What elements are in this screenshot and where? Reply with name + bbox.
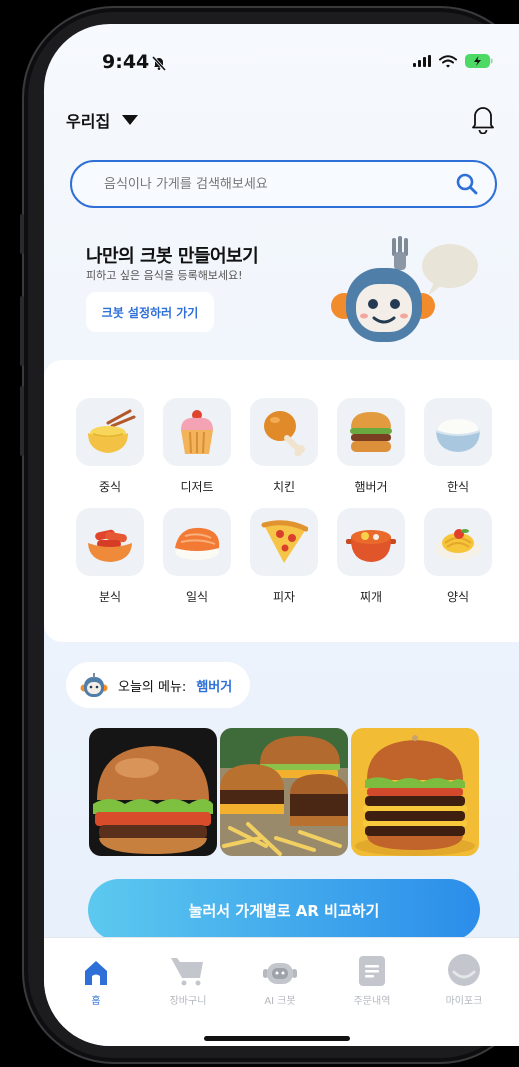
category-item[interactable]: 일식 <box>162 508 232 605</box>
category-item[interactable]: 중식 <box>75 398 145 495</box>
wifi-icon <box>439 54 457 68</box>
search-input[interactable] <box>104 176 424 192</box>
category-item[interactable]: 피자 <box>249 508 319 605</box>
todays-menu-value: 햄버거 <box>196 679 233 695</box>
category-label: 중식 <box>98 480 122 494</box>
bell-slash-icon <box>151 55 167 71</box>
tab-my-fork[interactable]: 마이포크 <box>424 954 504 1007</box>
profile-icon <box>448 954 480 986</box>
category-grid: 중식 디저트 치킨 햄버거 한식 분식 일식 피자 찌개 양식 <box>44 360 519 642</box>
home-indicator <box>204 1036 350 1041</box>
tab-orders[interactable]: 주문내역 <box>332 956 412 1007</box>
cupcake-icon <box>181 410 213 454</box>
ar-compare-button[interactable]: 눌러서 가게별로 AR 비교하기 <box>88 879 480 941</box>
category-label: 치킨 <box>272 480 296 494</box>
category-label: 일식 <box>185 590 209 604</box>
pasta-icon <box>435 529 481 560</box>
category-label: 분식 <box>98 590 122 604</box>
pizza-icon <box>261 520 308 563</box>
robot-icon <box>263 963 297 984</box>
chicken-leg-icon <box>264 411 305 456</box>
location-selector[interactable]: 우리집 <box>66 108 139 132</box>
category-label: 한식 <box>446 480 470 494</box>
category-item[interactable]: 한식 <box>423 398 493 495</box>
signal-icon <box>413 55 431 67</box>
caret-down-icon <box>122 115 139 125</box>
cart-icon <box>171 958 203 986</box>
category-label: 찌개 <box>359 590 383 604</box>
category-item[interactable]: 햄버거 <box>336 398 406 495</box>
stacked-burger-photo[interactable] <box>351 728 479 856</box>
app-screen: 9:44 우리집 음식이나 가게를 검색해보세요 나만의 크봇 만들어보기 피하… <box>44 24 519 1046</box>
rice-bowl-icon <box>435 419 481 452</box>
banner-subtitle: 피하고 싶은 음식을 등록해보세요! <box>86 269 243 282</box>
category-item[interactable]: 양식 <box>423 508 493 605</box>
search-bar <box>70 160 497 208</box>
category-tile <box>76 398 144 466</box>
battery-charging-icon <box>465 54 493 68</box>
category-tile <box>337 508 405 576</box>
category-item[interactable]: 분식 <box>75 508 145 605</box>
hamburger-icon <box>350 412 392 452</box>
tab-orders-label: 주문내역 <box>353 996 391 1007</box>
kbot-mascot-icon <box>331 236 478 342</box>
category-item[interactable]: 디저트 <box>162 398 232 495</box>
sushi-icon <box>175 527 220 560</box>
tab-ai-kbot-label: AI 크봇 <box>264 996 296 1007</box>
stew-pot-icon <box>346 530 396 562</box>
category-item[interactable]: 치킨 <box>249 398 319 495</box>
category-item[interactable]: 찌개 <box>336 508 406 605</box>
category-tile <box>424 508 492 576</box>
bell-icon[interactable] <box>469 104 497 134</box>
category-tile <box>337 398 405 466</box>
status-bar: 9:44 <box>44 24 519 94</box>
category-label: 피자 <box>272 590 296 604</box>
search-icon[interactable] <box>455 172 479 196</box>
phone-volume-up-button <box>20 296 24 366</box>
category-tile <box>250 398 318 466</box>
tab-cart-label: 장바구니 <box>169 996 207 1007</box>
category-tile <box>424 398 492 466</box>
location-label: 우리집 <box>66 112 111 131</box>
todays-menu-label: 오늘의 메뉴: <box>118 679 187 695</box>
tab-home-label: 홈 <box>91 996 101 1007</box>
status-time: 9:44 <box>102 51 150 73</box>
category-label: 양식 <box>446 590 470 604</box>
noodles-icon <box>88 409 136 453</box>
tab-cart[interactable]: 장바구니 <box>148 956 228 1007</box>
kbot-mini-icon <box>80 673 108 697</box>
burger-fries-photo[interactable] <box>220 728 348 856</box>
home-icon <box>85 961 107 985</box>
burger-photo[interactable] <box>89 728 217 856</box>
banner-title: 나만의 크봇 만들어보기 <box>86 246 259 267</box>
category-label: 햄버거 <box>354 480 388 494</box>
tab-my-fork-label: 마이포크 <box>445 996 483 1007</box>
receipt-icon <box>359 956 385 986</box>
category-label: 디저트 <box>180 480 214 494</box>
bottom-tab-bar: 홈 장바구니 AI 크봇 주문내역 마이포크 <box>44 937 519 1046</box>
category-tile <box>163 508 231 576</box>
tteokbokki-icon <box>88 529 132 562</box>
tab-home[interactable]: 홈 <box>56 956 136 1007</box>
tab-ai-kbot[interactable]: AI 크봇 <box>240 956 320 1007</box>
kbot-setup-button[interactable]: 크봇 설정하러 가기 <box>86 292 214 332</box>
category-tile <box>250 508 318 576</box>
status-indicators <box>413 54 493 68</box>
todays-menu-pill[interactable]: 오늘의 메뉴: 햄버거 <box>66 662 251 708</box>
category-tile <box>76 508 144 576</box>
phone-volume-down-button <box>20 386 24 456</box>
phone-side-button <box>20 214 24 254</box>
category-tile <box>163 398 231 466</box>
